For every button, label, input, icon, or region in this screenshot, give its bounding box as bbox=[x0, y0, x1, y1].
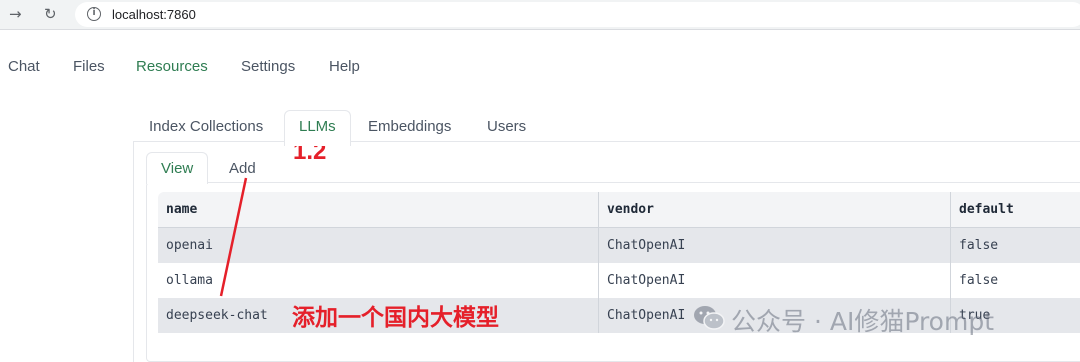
wechat-icon bbox=[694, 306, 725, 330]
tab-view[interactable]: View bbox=[146, 152, 209, 184]
annotation-note: 添加一个国内大模型 bbox=[292, 305, 499, 331]
watermark-text: 公众号 · AI修猫Prompt bbox=[731, 307, 995, 336]
tab-llms[interactable]: LLMs bbox=[284, 110, 351, 146]
